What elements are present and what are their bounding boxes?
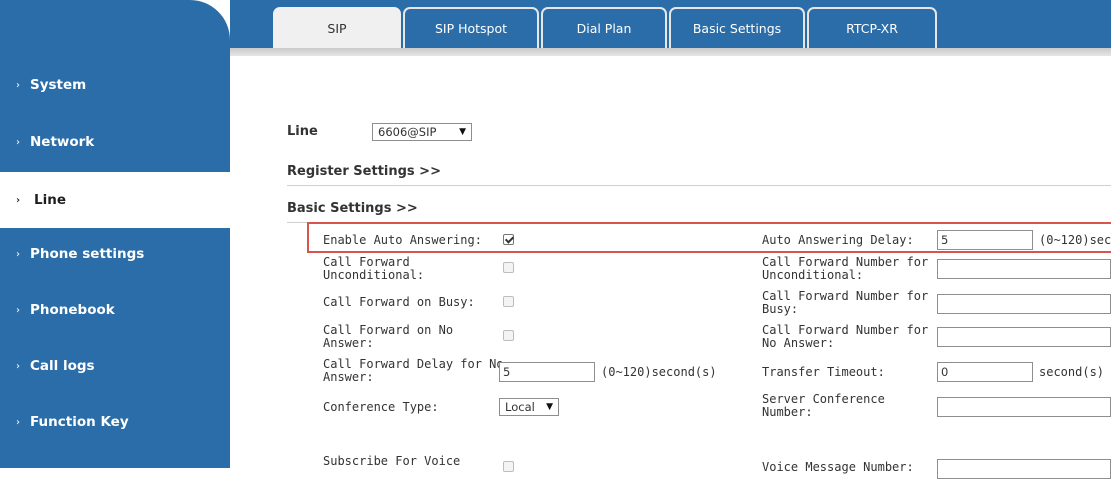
basic-settings-header[interactable]: Basic Settings >> — [287, 201, 418, 216]
tab-dial-plan[interactable]: Dial Plan — [541, 7, 667, 48]
tab-sip[interactable]: SIP — [273, 7, 401, 48]
sidebar-item-label: Function Key — [30, 414, 129, 430]
divider — [287, 185, 1111, 186]
triangle-down-icon: ▼ — [546, 402, 553, 412]
subscribe-voice-checkbox[interactable] — [503, 461, 514, 472]
cf-no-answer-checkbox[interactable] — [503, 330, 514, 341]
sidebar-item-label: System — [30, 77, 87, 93]
sidebar-item-phone-settings[interactable]: › Phone settings — [0, 226, 230, 282]
sidebar-nav: › System › Network › Line › Phone settin… — [0, 0, 230, 468]
tab-sip-hotspot[interactable]: SIP Hotspot — [403, 7, 539, 48]
cf-busy-checkbox[interactable] — [503, 296, 514, 307]
server-conference-label-line2: Number: — [762, 405, 813, 419]
cf-number-no-answer-input[interactable] — [937, 327, 1111, 347]
cf-number-unconditional-input[interactable] — [937, 259, 1111, 279]
cf-no-answer-label-line2: Answer: — [323, 336, 374, 350]
chevron-right-icon: › — [16, 79, 20, 91]
sidebar-item-network[interactable]: › Network — [0, 114, 230, 170]
transfer-timeout-unit: second(s) — [1039, 365, 1105, 379]
auto-answer-delay-unit: (0~120)sec — [1039, 233, 1111, 247]
cf-unconditional-checkbox[interactable] — [503, 262, 514, 273]
auto-answer-delay-input[interactable] — [937, 230, 1033, 250]
chevron-right-icon: › — [16, 416, 20, 428]
chevron-right-icon: › — [16, 304, 20, 316]
tab-label: SIP — [327, 21, 347, 36]
sidebar-item-function-key[interactable]: › Function Key — [0, 394, 230, 450]
cf-delay-unit: (0~120)second(s) — [601, 365, 717, 379]
sidebar-item-line[interactable]: › Line — [0, 172, 230, 228]
triangle-down-icon: ▼ — [459, 127, 466, 137]
auto-answer-label: Enable Auto Answering: — [323, 233, 482, 247]
tab-rtcp-xr[interactable]: RTCP-XR — [807, 7, 937, 48]
cf-number-busy-input[interactable] — [937, 294, 1111, 314]
conference-type-value: Local — [505, 400, 535, 414]
tab-basic-settings[interactable]: Basic Settings — [669, 7, 805, 48]
sidebar-item-system[interactable]: › System — [0, 57, 230, 113]
sidebar-item-label: Phone settings — [30, 246, 145, 262]
cf-number-unconditional-label-line2: Unconditional: — [762, 268, 864, 282]
conference-type-label: Conference Type: — [323, 400, 439, 414]
main-content: Line 6606@SIP ▼ Register Settings >> Bas… — [230, 56, 1111, 479]
sidebar-item-label: Call logs — [30, 358, 95, 374]
auto-answer-checkbox[interactable] — [503, 234, 514, 245]
sidebar-item-label: Network — [30, 134, 95, 150]
transfer-timeout-input[interactable] — [937, 362, 1033, 382]
tab-label: SIP Hotspot — [434, 21, 508, 36]
voice-message-input[interactable] — [937, 459, 1111, 479]
tab-label: Dial Plan — [576, 21, 632, 36]
sidebar-item-call-logs[interactable]: › Call logs — [0, 338, 230, 394]
server-conference-input[interactable] — [937, 397, 1111, 417]
cf-unconditional-label-line2: Unconditional: — [323, 268, 425, 282]
cf-delay-input[interactable] — [499, 362, 595, 382]
sidebar-item-label: Line — [34, 192, 66, 208]
cf-delay-label-line2: Answer: — [323, 370, 374, 384]
sidebar-item-label: Phonebook — [30, 302, 115, 318]
tab-bar-shadow — [230, 48, 1111, 56]
line-select-value: 6606@SIP — [378, 125, 437, 139]
cf-number-busy-label-line2: Busy: — [762, 302, 799, 316]
chevron-right-icon: › — [16, 248, 20, 260]
chevron-right-icon: › — [16, 136, 20, 148]
sidebar-item-phonebook[interactable]: › Phonebook — [0, 282, 230, 338]
register-settings-header[interactable]: Register Settings >> — [287, 164, 441, 179]
tab-bar: SIP SIP Hotspot Dial Plan Basic Settings… — [230, 0, 1111, 48]
chevron-right-icon: › — [16, 360, 20, 372]
line-select[interactable]: 6606@SIP ▼ — [372, 123, 472, 141]
tab-label: RTCP-XR — [846, 21, 898, 36]
auto-answer-delay-label: Auto Answering Delay: — [762, 233, 914, 247]
line-label: Line — [287, 124, 318, 139]
chevron-right-icon: › — [16, 194, 21, 206]
cf-busy-label: Call Forward on Busy: — [323, 295, 475, 309]
cf-number-no-answer-label-line2: No Answer: — [762, 336, 835, 350]
subscribe-voice-label: Subscribe For Voice — [323, 454, 461, 468]
tab-label: Basic Settings — [692, 21, 782, 36]
transfer-timeout-label: Transfer Timeout: — [762, 365, 885, 379]
conference-type-select[interactable]: Local ▼ — [499, 398, 559, 416]
